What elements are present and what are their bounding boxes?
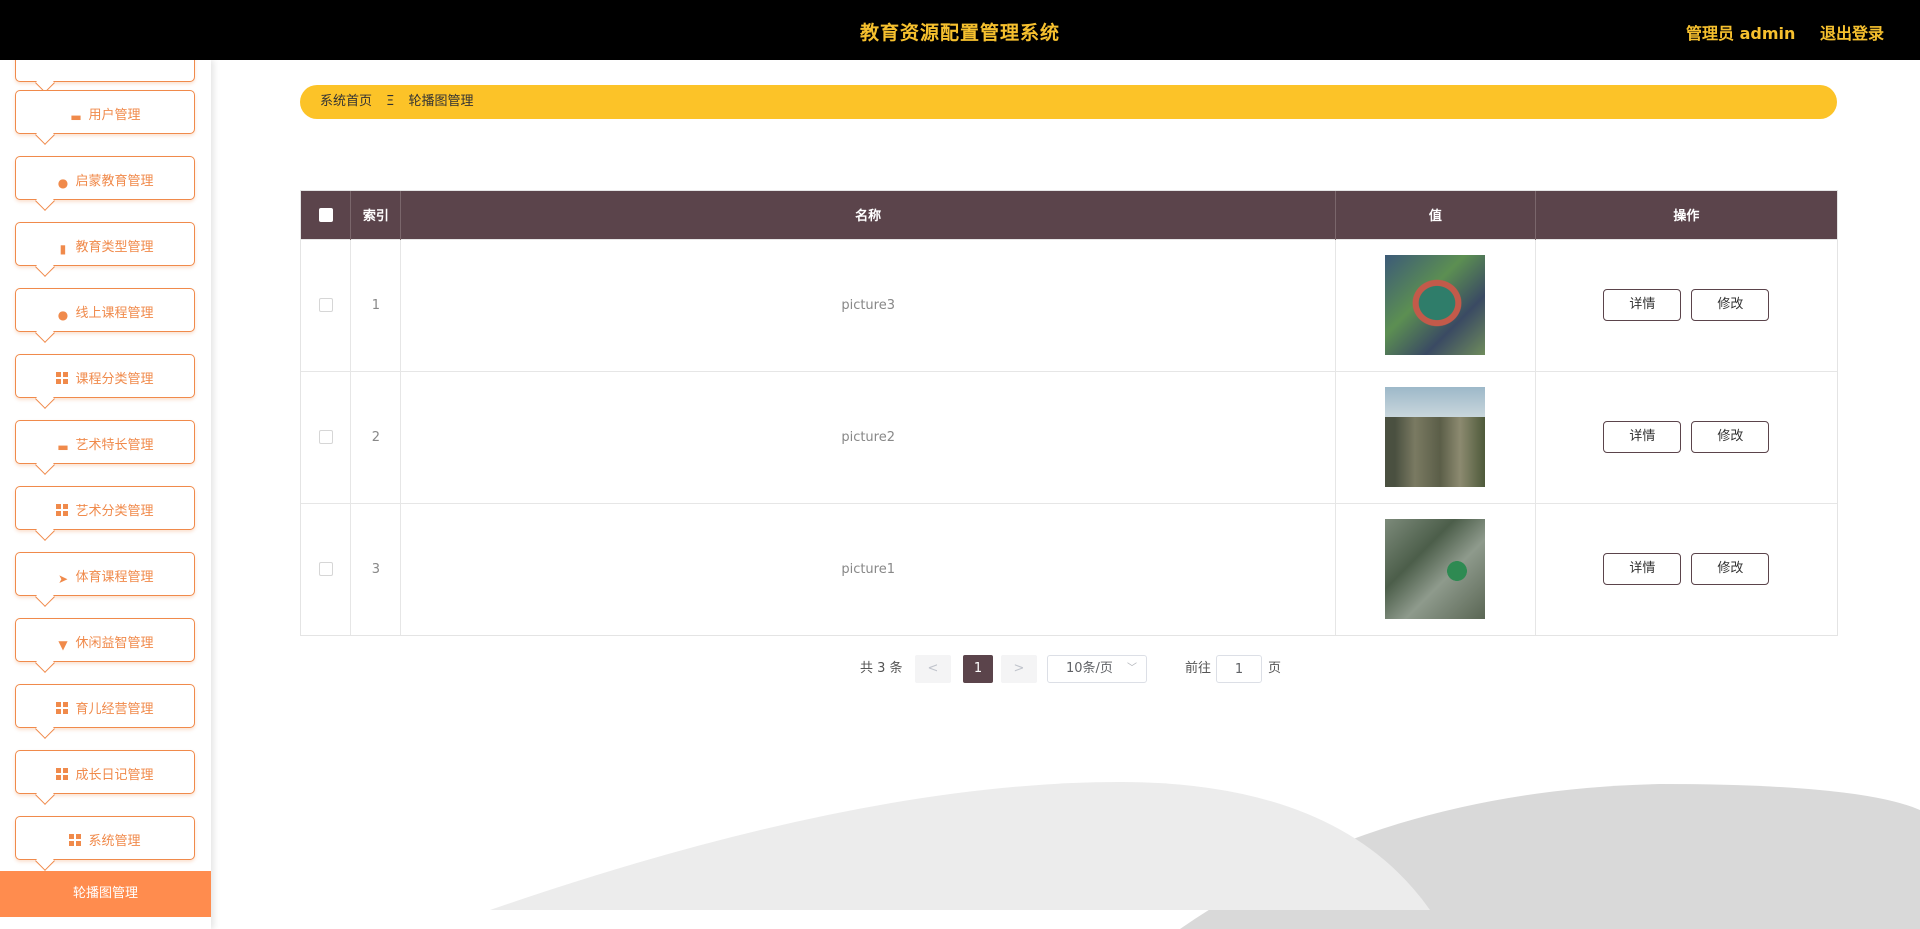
- page-1-button[interactable]: 1: [963, 655, 993, 683]
- page-size-select[interactable]: 10条/页 ﹀: [1047, 655, 1147, 683]
- row-name: picture3: [400, 239, 1336, 371]
- clipboard-icon: ▮: [59, 242, 67, 256]
- sidebar-item-label: 系统管理: [88, 834, 141, 849]
- sidebar-subitem-carousel[interactable]: 轮播图管理: [0, 871, 211, 917]
- sidebar-item-users[interactable]: ▬ 用户管理: [15, 90, 195, 145]
- page-suffix: 页: [1268, 661, 1282, 676]
- sidebar-item-label: 课程分类管理: [75, 372, 154, 387]
- grid-icon: [56, 372, 70, 385]
- sidebar-item-parenting[interactable]: 育儿经营管理: [15, 684, 195, 739]
- detail-button[interactable]: 详情: [1603, 553, 1682, 586]
- row-name: picture2: [400, 371, 1336, 503]
- goto-label: 前往: [1185, 661, 1212, 676]
- sidebar-item-hidden[interactable]: [15, 60, 195, 93]
- monitor-icon: ▬: [70, 110, 82, 124]
- sidebar-item-label: 体育课程管理: [75, 570, 154, 585]
- goto-page-input[interactable]: [1216, 655, 1262, 683]
- column-header-index: 索引: [350, 191, 402, 239]
- select-all-cell: [301, 191, 352, 239]
- sidebar-item-growth-diary[interactable]: 成长日记管理: [15, 750, 195, 805]
- aerial-school-image: [1385, 519, 1486, 620]
- sidebar-item-leisure-puzzle[interactable]: ▼ 休闲益智管理: [15, 618, 195, 673]
- select-all-checkbox[interactable]: [318, 207, 333, 222]
- apps-icon: [56, 504, 70, 517]
- sidebar-item-label: 艺术特长管理: [75, 438, 154, 453]
- sidebar-item-system[interactable]: 系统管理: [15, 816, 195, 871]
- sidebar-item-education-type[interactable]: ▮ 教育类型管理: [15, 222, 195, 277]
- decorative-hills: [490, 782, 1920, 929]
- sidebar-item-label: 线上课程管理: [75, 306, 154, 321]
- brush-icon: ▼: [58, 638, 68, 652]
- briefcase-icon: ▬: [57, 440, 69, 454]
- top-bar: 教育资源配置管理系统 管理员 admin 退出登录: [0, 0, 1920, 60]
- sidebar-item-online-course[interactable]: ● 线上课程管理: [15, 288, 195, 343]
- row-index: 2: [350, 371, 402, 503]
- sidebar: ▬ 用户管理 ● 启蒙教育管理 ▮ 教育类型管理 ● 线上课程管理 课程分类管理 ▬ 艺术…: [0, 60, 211, 929]
- next-page-button[interactable]: >: [1001, 655, 1037, 683]
- breadcrumb-separator: Ξ: [386, 94, 395, 109]
- app-title: 教育资源配置管理系统: [859, 22, 1060, 44]
- sidebar-item-art-category[interactable]: 艺术分类管理: [15, 486, 195, 541]
- detail-button[interactable]: 详情: [1603, 421, 1682, 453]
- total-count: 共 3 条: [860, 661, 903, 676]
- chevron-down-icon: ﹀: [1127, 663, 1137, 674]
- edit-button[interactable]: 修改: [1691, 289, 1770, 321]
- detail-button[interactable]: 详情: [1603, 289, 1682, 321]
- grid-icon: [69, 834, 83, 847]
- sidebar-item-course-category[interactable]: 课程分类管理: [15, 354, 195, 409]
- edit-button[interactable]: 修改: [1691, 553, 1770, 586]
- grid-icon: [56, 768, 70, 781]
- column-header-actions: 操作: [1673, 209, 1700, 225]
- page-size-value: 10条/页: [1066, 661, 1113, 676]
- sidebar-item-label: 用户管理: [88, 108, 141, 123]
- sidebar-item-label: 艺术分类管理: [75, 504, 154, 519]
- user-icon: ●: [57, 176, 69, 190]
- table-header-row: 索引 名称 值 操作: [301, 191, 1837, 239]
- column-header-name: 名称: [400, 191, 1336, 239]
- column-header-value: 值: [1335, 191, 1536, 239]
- sidebar-item-label: 育儿经营管理: [75, 702, 154, 717]
- sidebar-item-label: 成长日记管理: [75, 768, 154, 783]
- sidebar-item-sports-course[interactable]: ➤ 体育课程管理: [15, 552, 195, 607]
- breadcrumb-home[interactable]: 系统首页: [320, 94, 372, 109]
- row-checkbox[interactable]: [318, 430, 333, 444]
- row-name: picture1: [400, 503, 1336, 635]
- table-row: 1 picture3 详情 修改: [301, 239, 1837, 371]
- table-row: 3 picture1 详情 修改: [301, 503, 1837, 635]
- data-table: 索引 名称 值 操作 1 picture3 详情 修改 2 picture2 详…: [300, 190, 1838, 636]
- sidebar-item-label: 休闲益智管理: [75, 636, 154, 651]
- logout-link[interactable]: 退出登录: [1820, 20, 1884, 44]
- prev-page-button[interactable]: <: [915, 655, 951, 683]
- send-icon: ➤: [57, 572, 69, 586]
- sidebar-item-label: 启蒙教育管理: [75, 174, 154, 189]
- breadcrumb-current: 轮播图管理: [408, 94, 474, 109]
- edit-button[interactable]: 修改: [1691, 421, 1770, 453]
- sidebar-item-art-specialty[interactable]: ▬ 艺术特长管理: [15, 420, 195, 475]
- admin-label: 管理员 admin: [1686, 24, 1796, 43]
- sidebar-item-label: 教育类型管理: [75, 240, 154, 255]
- table-row: 2 picture2 详情 修改: [301, 371, 1837, 503]
- building-image: [1385, 387, 1486, 487]
- grid-icon: [56, 702, 70, 715]
- sidebar-item-early-education[interactable]: ● 启蒙教育管理: [15, 156, 195, 211]
- row-checkbox[interactable]: [318, 562, 333, 577]
- aerial-campus-image: [1385, 255, 1486, 355]
- row-checkbox[interactable]: [318, 298, 333, 312]
- leaf-icon: ●: [57, 308, 69, 322]
- row-index: 1: [350, 239, 402, 371]
- breadcrumb: 系统首页 Ξ 轮播图管理: [300, 85, 1837, 119]
- row-index: 3: [350, 503, 402, 635]
